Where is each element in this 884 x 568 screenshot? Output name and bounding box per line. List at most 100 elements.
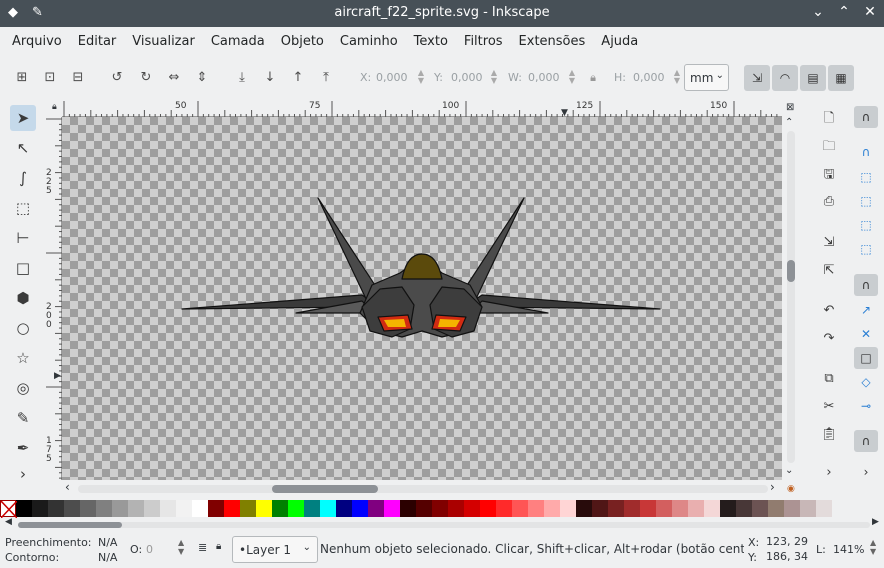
- snap-others-icon[interactable]: ∩: [854, 430, 878, 452]
- flip-vertical-icon[interactable]: ⇕: [193, 69, 211, 87]
- canvas-vertical-scrollbar[interactable]: ⌃ ⌄: [784, 117, 798, 482]
- palette-swatch[interactable]: [224, 500, 240, 517]
- snap-bbox-icon[interactable]: ∩: [854, 141, 878, 163]
- palette-swatch[interactable]: [448, 500, 464, 517]
- snap-bbox-centers-icon[interactable]: ⬚: [854, 238, 878, 260]
- palette-swatch[interactable]: [112, 500, 128, 517]
- open-file-icon[interactable]: 🗀: [819, 137, 839, 157]
- snap-toggle-icon[interactable]: ∩: [854, 106, 878, 128]
- canvas-horizontal-scrollbar[interactable]: ‹ ›: [62, 480, 782, 496]
- raise-icon[interactable]: ↑: [289, 69, 307, 87]
- layer-select[interactable]: •Layer 1 ⌄: [232, 536, 318, 563]
- unit-select[interactable]: mm ⌄: [684, 64, 729, 91]
- palette-swatch[interactable]: [96, 500, 112, 517]
- bezier-tool-icon[interactable]: ∫: [10, 165, 36, 191]
- zoom-corner-icon[interactable]: ⊠: [786, 102, 794, 113]
- more-snap-chevron-icon[interactable]: ›: [854, 461, 878, 483]
- h-spinner[interactable]: ▲ ▼: [672, 69, 682, 85]
- menu-objeto[interactable]: Objeto: [273, 29, 332, 55]
- ellipse-tool-icon[interactable]: ○: [10, 315, 36, 341]
- palette-swatch[interactable]: [640, 500, 656, 517]
- palette-scrollbar[interactable]: [18, 521, 870, 529]
- palette-swatch[interactable]: [192, 500, 208, 517]
- palette-swatch[interactable]: [720, 500, 736, 517]
- palette-swatch[interactable]: [528, 500, 544, 517]
- menu-camada[interactable]: Camada: [203, 29, 273, 55]
- palette-swatch[interactable]: [816, 500, 832, 517]
- palette-swatch[interactable]: [560, 500, 576, 517]
- rectangle-tool-icon[interactable]: □: [10, 255, 36, 281]
- spiral-tool-icon[interactable]: ◎: [10, 375, 36, 401]
- palette-scroll-thumb[interactable]: [18, 522, 122, 528]
- snap-intersections-icon[interactable]: ✕: [854, 323, 878, 345]
- layer-list-icon[interactable]: ≣: [198, 541, 207, 554]
- rotate-ccw-icon[interactable]: ↺: [108, 69, 126, 87]
- node-tool-icon[interactable]: ↖: [10, 135, 36, 161]
- scroll-left-icon[interactable]: ‹: [65, 480, 70, 494]
- zoom-input[interactable]: 141%: [833, 543, 864, 556]
- palette-swatch[interactable]: [336, 500, 352, 517]
- palette-swatch[interactable]: [304, 500, 320, 517]
- x-input[interactable]: 0,000: [376, 71, 408, 84]
- rotate-cw-icon[interactable]: ↻: [137, 69, 155, 87]
- snap-paths-icon[interactable]: ↗: [854, 299, 878, 321]
- palette-swatch[interactable]: [544, 500, 560, 517]
- palette-swatch[interactable]: [752, 500, 768, 517]
- menu-extensoes[interactable]: Extensões: [511, 29, 594, 55]
- palette-swatch[interactable]: [512, 500, 528, 517]
- color-manage-icon[interactable]: ◉: [787, 484, 795, 494]
- f22-aircraft-drawing[interactable]: [62, 117, 782, 480]
- menu-ajuda[interactable]: Ajuda: [593, 29, 646, 55]
- opacity-spinner[interactable]: ▲ ▼: [178, 538, 184, 556]
- vscroll-track[interactable]: [787, 131, 795, 463]
- palette-scroll-right-icon[interactable]: ▶: [872, 517, 879, 527]
- palette-swatch[interactable]: [16, 500, 32, 517]
- palette-swatch[interactable]: [608, 500, 624, 517]
- h-input[interactable]: 0,000: [633, 71, 665, 84]
- palette-swatch[interactable]: [352, 500, 368, 517]
- opacity-input[interactable]: 0: [146, 543, 153, 556]
- spray-select-icon[interactable]: ⬚: [10, 195, 36, 221]
- fill-value[interactable]: N/A: [98, 536, 117, 549]
- palette-swatch[interactable]: [256, 500, 272, 517]
- palette-swatch[interactable]: [240, 500, 256, 517]
- select-all-icon[interactable]: ⊞: [13, 69, 31, 87]
- deselect-icon[interactable]: ⊟: [69, 69, 87, 87]
- palette-swatch[interactable]: [592, 500, 608, 517]
- palette-scroll-left-icon[interactable]: ◀: [5, 517, 12, 527]
- scroll-down-icon[interactable]: ⌄: [785, 465, 793, 476]
- layer-lock-icon[interactable]: 🔒︎: [216, 541, 221, 552]
- palette-swatch[interactable]: [384, 500, 400, 517]
- selector-tool-icon[interactable]: ➤: [10, 105, 36, 131]
- palette-swatch[interactable]: [496, 500, 512, 517]
- print-icon[interactable]: ⎙: [819, 192, 839, 212]
- palette-swatch[interactable]: [48, 500, 64, 517]
- hscroll-thumb[interactable]: [272, 485, 378, 493]
- flip-horizontal-icon[interactable]: ⇔: [165, 69, 183, 87]
- palette-swatch[interactable]: [288, 500, 304, 517]
- ruler-lock-icon[interactable]: 🔒︎: [52, 102, 57, 112]
- export-icon[interactable]: ⇱: [819, 261, 839, 281]
- y-spinner[interactable]: ▲ ▼: [489, 69, 499, 85]
- drawing-canvas[interactable]: [62, 117, 782, 480]
- new-document-icon[interactable]: 🗋: [819, 109, 839, 129]
- save-icon[interactable]: 🖫: [819, 165, 839, 185]
- palette-swatch[interactable]: [656, 500, 672, 517]
- snap-nodes-icon[interactable]: ∩: [854, 274, 878, 296]
- palette-swatch[interactable]: [784, 500, 800, 517]
- palette-swatch[interactable]: [736, 500, 752, 517]
- palette-swatch[interactable]: [80, 500, 96, 517]
- hscroll-track[interactable]: [78, 485, 768, 493]
- lower-icon[interactable]: ↓: [261, 69, 279, 87]
- more-tools-chevron-icon[interactable]: ›: [10, 461, 36, 487]
- paste-icon[interactable]: 📋︎: [819, 425, 839, 445]
- snap-bbox-corners-icon[interactable]: ⬚: [854, 190, 878, 212]
- more-commands-chevron-icon[interactable]: ›: [819, 463, 839, 483]
- x-spinner[interactable]: ▲ ▼: [416, 69, 426, 85]
- menu-filtros[interactable]: Filtros: [456, 29, 511, 55]
- cut-icon[interactable]: ✂: [819, 397, 839, 417]
- snap-midpoints-icon[interactable]: ⊸: [854, 395, 878, 417]
- menu-arquivo[interactable]: Arquivo: [4, 29, 70, 55]
- menu-visualizar[interactable]: Visualizar: [124, 29, 203, 55]
- transform-patterns-icon[interactable]: ▦: [828, 65, 854, 91]
